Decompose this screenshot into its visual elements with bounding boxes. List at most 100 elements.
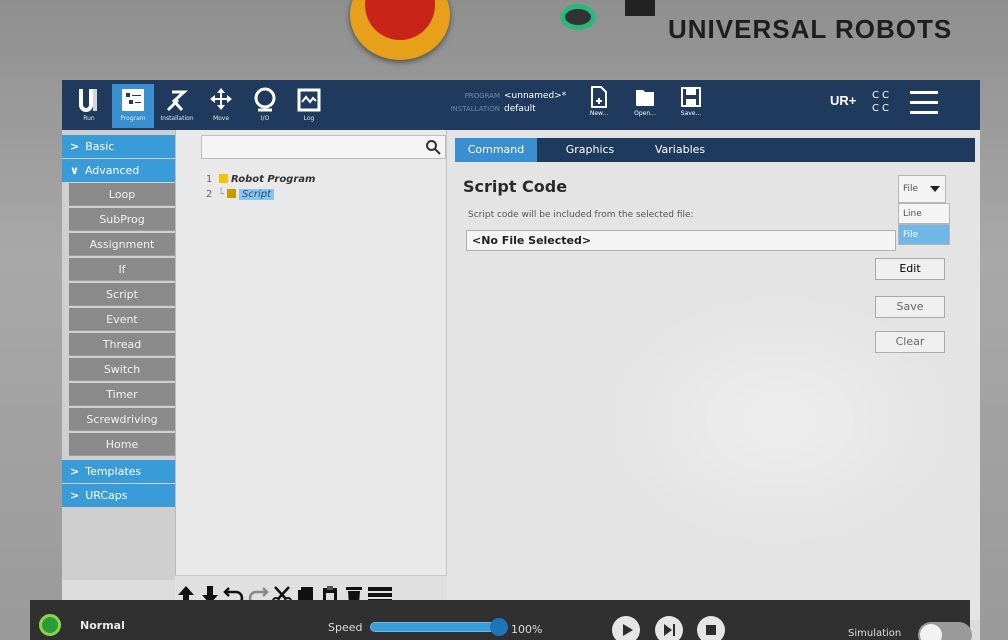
new-file-icon bbox=[591, 86, 607, 108]
tab-run[interactable]: Run bbox=[68, 84, 110, 128]
sidebar-item-event[interactable]: Event bbox=[69, 308, 175, 331]
script-mode-value: File bbox=[903, 184, 919, 194]
sidebar-category-basic[interactable]: > Basic bbox=[62, 135, 175, 158]
tree-row-label: Robot Program bbox=[231, 174, 316, 185]
urcaps-label: URCaps bbox=[85, 489, 128, 502]
save-button[interactable]: Save bbox=[875, 296, 945, 318]
speed-label: Speed bbox=[328, 621, 363, 634]
program-node-sidebar: > Basic ∨ Advanced Loop SubProg Assignment If… bbox=[62, 130, 175, 580]
tab-log-label: Log bbox=[303, 115, 315, 122]
folder-icon bbox=[636, 90, 654, 106]
sidebar-item-switch[interactable]: Switch bbox=[69, 358, 175, 381]
tab-io-label: I/O bbox=[260, 115, 270, 122]
script-mode-select[interactable]: File bbox=[898, 175, 946, 203]
new-program-button[interactable]: New... bbox=[582, 86, 616, 117]
speed-value: 100% bbox=[511, 623, 543, 636]
simulation-toggle[interactable] bbox=[918, 622, 972, 640]
tab-command[interactable]: Command bbox=[455, 138, 537, 162]
sidebar-item-thread[interactable]: Thread bbox=[69, 333, 175, 356]
tab-move[interactable]: Move bbox=[200, 84, 242, 128]
brand-logo-icon bbox=[625, 0, 655, 16]
new-label: New... bbox=[589, 110, 609, 117]
urcaps-plus-icon[interactable]: UR+ bbox=[830, 93, 856, 113]
sidebar-category-advanced[interactable]: ∨ Advanced bbox=[62, 159, 175, 182]
tree-row-number: 1 bbox=[206, 174, 213, 185]
script-node-icon bbox=[227, 189, 237, 198]
sidebar-category-urcaps[interactable]: > URCaps bbox=[62, 484, 175, 507]
program-icon bbox=[122, 89, 144, 111]
power-button[interactable] bbox=[560, 4, 596, 30]
script-hint: Script code will be included from the se… bbox=[468, 210, 694, 220]
program-tree: 1 Robot Program 2 └ Script bbox=[175, 130, 447, 580]
node-editor-panel: Command Graphics Variables Script Code S… bbox=[447, 130, 980, 620]
page-title: Script Code bbox=[463, 177, 568, 196]
program-key: PROGRAM bbox=[464, 92, 500, 100]
tab-installation[interactable]: Installation bbox=[156, 84, 198, 128]
stop-icon bbox=[706, 625, 716, 635]
speed-slider[interactable] bbox=[370, 622, 498, 632]
mode-option-file[interactable]: File bbox=[898, 224, 950, 245]
speed-slider-handle[interactable] bbox=[490, 618, 508, 636]
chevron-right-icon: > bbox=[70, 140, 80, 153]
play-icon bbox=[623, 624, 633, 636]
tree-row-robot-program[interactable]: 1 Robot Program bbox=[206, 174, 315, 185]
installation-icon bbox=[166, 90, 188, 112]
installation-name: default bbox=[504, 104, 536, 114]
editor-tabs: Command Graphics Variables bbox=[455, 138, 975, 162]
sidebar-item-home[interactable]: Home bbox=[69, 433, 175, 456]
save-label: Save... bbox=[680, 110, 702, 117]
program-name: <unnamed>* bbox=[504, 91, 567, 101]
save-program-button[interactable]: Save... bbox=[674, 86, 708, 117]
basic-label: Basic bbox=[85, 140, 115, 153]
program-flag-icon bbox=[219, 174, 228, 183]
tab-variables[interactable]: Variables bbox=[640, 138, 720, 162]
move-icon bbox=[210, 88, 232, 110]
search-icon[interactable] bbox=[425, 139, 441, 155]
open-label: Open... bbox=[634, 110, 656, 117]
robot-status-icon[interactable] bbox=[39, 614, 61, 636]
chevron-right-icon: > bbox=[70, 489, 80, 502]
sidebar-item-script[interactable]: Script bbox=[69, 283, 175, 306]
sidebar-item-subprog[interactable]: SubProg bbox=[69, 208, 175, 231]
brand-name: UNIVERSAL ROBOTS bbox=[668, 14, 953, 44]
tree-row-script[interactable]: 2 └ Script bbox=[206, 189, 275, 200]
clear-button[interactable]: Clear bbox=[875, 331, 945, 353]
sidebar-item-screwdriving[interactable]: Screwdriving bbox=[69, 408, 175, 431]
step-button[interactable] bbox=[655, 616, 683, 640]
sidebar-item-if[interactable]: If bbox=[69, 258, 175, 281]
tab-program-label: Program bbox=[120, 115, 146, 122]
tab-move-label: Move bbox=[212, 115, 230, 122]
edit-button[interactable]: Edit bbox=[875, 258, 945, 280]
tab-io[interactable]: I/O bbox=[244, 84, 286, 128]
stop-button[interactable] bbox=[697, 616, 725, 640]
open-program-button[interactable]: Open... bbox=[628, 86, 662, 117]
program-info: PROGRAM <unnamed>* INSTALLATION default bbox=[442, 90, 566, 116]
save-icon bbox=[681, 87, 701, 107]
chevron-down-icon bbox=[930, 186, 940, 192]
top-toolbar: Run Program Installation Move I/O Log PR… bbox=[62, 80, 980, 130]
mode-option-line[interactable]: Line bbox=[898, 203, 950, 224]
script-file-field[interactable]: <No File Selected> bbox=[466, 230, 896, 251]
play-button[interactable] bbox=[612, 616, 640, 640]
sidebar-item-timer[interactable]: Timer bbox=[69, 383, 175, 406]
chevron-down-icon: ∨ bbox=[70, 164, 79, 177]
templates-label: Templates bbox=[85, 465, 142, 478]
hamburger-menu-icon[interactable] bbox=[910, 91, 938, 115]
search-input[interactable] bbox=[201, 135, 446, 159]
tab-installation-label: Installation bbox=[160, 115, 194, 122]
teach-pendant-screen: Run Program Installation Move I/O Log PR… bbox=[62, 80, 980, 640]
advanced-label: Advanced bbox=[84, 164, 140, 177]
step-icon bbox=[664, 624, 675, 636]
tree-row-label: Script bbox=[239, 189, 275, 200]
tab-log[interactable]: Log bbox=[288, 84, 330, 128]
tab-graphics[interactable]: Graphics bbox=[550, 138, 630, 162]
tab-run-label: Run bbox=[83, 115, 95, 122]
sidebar-item-loop[interactable]: Loop bbox=[69, 183, 175, 206]
speed-control-icon[interactable]: CC CC bbox=[872, 89, 892, 115]
simulation-label: Simulation bbox=[848, 628, 902, 639]
sidebar-category-templates[interactable]: > Templates bbox=[62, 460, 175, 483]
tab-program[interactable]: Program bbox=[112, 84, 154, 128]
sidebar-item-assignment[interactable]: Assignment bbox=[69, 233, 175, 256]
chevron-right-icon: > bbox=[70, 465, 80, 478]
log-icon bbox=[297, 88, 321, 112]
